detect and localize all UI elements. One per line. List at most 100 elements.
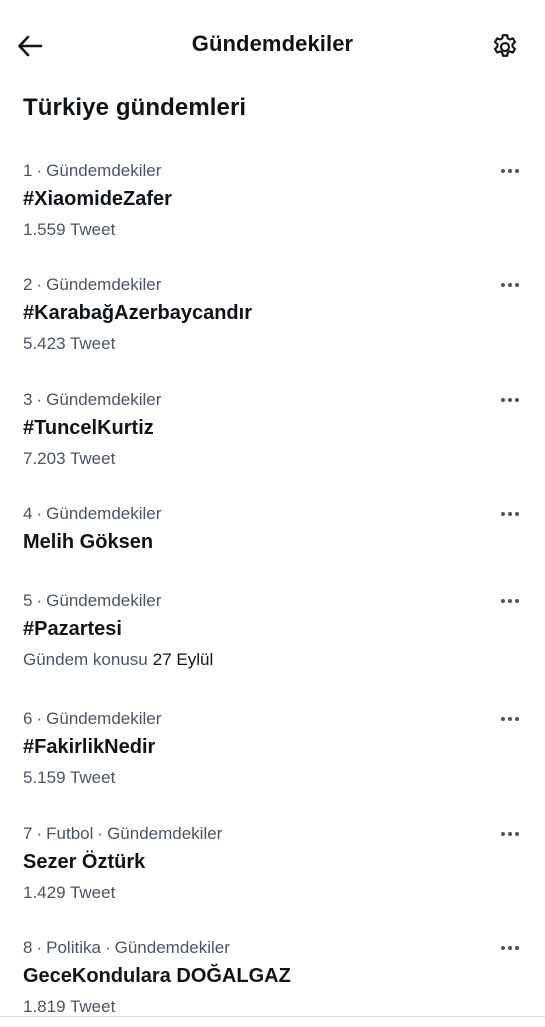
dot	[501, 599, 505, 603]
trend-item[interactable]: 5 · Gündemdekiler #Pazartesi Gündem konusu 27…	[0, 590, 545, 680]
dot	[515, 283, 519, 287]
dot	[501, 398, 505, 402]
trend-meta: 3 · Gündemdekiler	[23, 389, 161, 411]
dot	[515, 946, 519, 950]
more-options-button[interactable]	[494, 706, 526, 732]
trend-item[interactable]: 8 · Politika · Gündemdekiler GeceKondulara DO…	[0, 937, 545, 1027]
trend-meta: 7 · Futbol · Gündemdekiler	[23, 823, 222, 845]
more-options-button[interactable]	[494, 935, 526, 961]
dot	[515, 398, 519, 402]
trend-tweet-count: 5.423 Tweet	[23, 333, 115, 355]
dot	[501, 946, 505, 950]
dot	[515, 717, 519, 721]
trend-subtitle: 1.429 Tweet	[23, 883, 116, 902]
dot	[508, 717, 512, 721]
trend-meta: 6 · Gündemdekiler	[23, 708, 161, 730]
trend-subtitle: 1.559 Tweet	[23, 220, 116, 239]
trend-category: Futbol	[46, 824, 94, 843]
dot	[508, 283, 512, 287]
settings-button[interactable]	[486, 28, 524, 66]
dot	[515, 599, 519, 603]
trend-category: Gündemdekiler	[46, 591, 162, 610]
trend-category: Gündemdekiler	[46, 504, 162, 523]
more-options-button[interactable]	[494, 387, 526, 413]
trend-tweet-count: 1.819 Tweet	[23, 996, 115, 1018]
trend-item[interactable]: 1 · Gündemdekiler #XiaomideZafer 1.559 Tweet	[0, 160, 545, 250]
more-options-button[interactable]	[494, 501, 526, 527]
trend-subtitle: 7.203 Tweet	[23, 449, 116, 468]
trend-name: GeceKondulara DOĞALGAZ	[23, 965, 291, 987]
dot	[508, 946, 512, 950]
trend-item[interactable]: 6 · Gündemdekiler #FakirlikNedir 5.159 Tweet	[0, 708, 545, 798]
more-options-button[interactable]	[494, 821, 526, 847]
trend-tweet-count: 1.559 Tweet	[23, 219, 115, 241]
dot	[515, 512, 519, 516]
trend-meta: 4 · Gündemdekiler	[23, 503, 161, 525]
meta-separator: ·	[36, 591, 43, 610]
dot	[515, 169, 519, 173]
trend-category: Gündemdekiler	[46, 709, 162, 728]
trend-subtitle: 5.423 Tweet	[23, 334, 116, 353]
dot	[508, 599, 512, 603]
dot	[508, 169, 512, 173]
meta-separator: ·	[36, 275, 43, 294]
dot	[501, 832, 505, 836]
dot	[501, 169, 505, 173]
trend-tweet-count: Gündem konusu 27 Eylül	[23, 649, 213, 671]
dot	[508, 832, 512, 836]
trend-category: Gündemdekiler	[46, 275, 162, 294]
meta-separator: ·	[104, 938, 111, 957]
more-horizontal-icon	[501, 283, 519, 287]
trend-tweet-count: 5.159 Tweet	[23, 767, 115, 789]
trend-item[interactable]: 3 · Gündemdekiler #TuncelKurtiz 7.203 Tweet	[0, 389, 545, 479]
more-horizontal-icon	[501, 169, 519, 173]
trend-subtitle: Gündem konusu	[23, 650, 148, 669]
meta-separator: ·	[97, 824, 104, 843]
trend-name: #TuncelKurtiz	[23, 417, 154, 439]
more-horizontal-icon	[501, 717, 519, 721]
trend-item[interactable]: 4 · Gündemdekiler Melih Göksen	[0, 503, 545, 593]
trend-name: #XiaomideZafer	[23, 188, 172, 210]
dot	[501, 717, 505, 721]
dot	[501, 283, 505, 287]
trend-tweet-count: 1.429 Tweet	[23, 882, 115, 904]
more-options-button[interactable]	[494, 588, 526, 614]
trend-category: Gündemdekiler	[46, 161, 162, 180]
trend-tweet-count: 7.203 Tweet	[23, 448, 115, 470]
trend-meta: 2 · Gündemdekiler	[23, 274, 161, 296]
more-horizontal-icon	[501, 599, 519, 603]
meta-separator: ·	[36, 709, 43, 728]
trend-category: Gündemdekiler	[114, 938, 230, 957]
more-horizontal-icon	[501, 512, 519, 516]
trend-meta: 8 · Politika · Gündemdekiler	[23, 937, 230, 959]
more-horizontal-icon	[501, 398, 519, 402]
meta-separator: ·	[36, 824, 43, 843]
meta-separator: ·	[36, 504, 43, 523]
trend-meta: 5 · Gündemdekiler	[23, 590, 161, 612]
trend-item[interactable]: 2 · Gündemdekiler #KarabağAzerbaycandır 5.42…	[0, 274, 545, 364]
meta-separator: ·	[36, 161, 43, 180]
divider	[0, 1016, 545, 1017]
dot	[501, 512, 505, 516]
trend-category: Gündemdekiler	[107, 824, 223, 843]
gear-icon	[493, 34, 517, 57]
dot	[508, 512, 512, 516]
meta-separator: ·	[36, 390, 43, 409]
trend-subtitle: 1.819 Tweet	[23, 997, 116, 1016]
trend-subtitle: 5.159 Tweet	[23, 768, 116, 787]
top-bar: Gündemdekiler	[0, 0, 545, 92]
page-title: Gündemdekiler	[191, 31, 354, 56]
trend-date: 27 Eylül	[152, 650, 214, 669]
trend-name: #KarabağAzerbaycandır	[23, 302, 252, 324]
more-options-button[interactable]	[494, 158, 526, 184]
trend-name: Melih Göksen	[23, 531, 154, 553]
trend-category: Politika	[46, 938, 101, 957]
trend-item[interactable]: 7 · Futbol · Gündemdekiler Sezer Öztürk 1.429 …	[0, 823, 545, 913]
trend-category: Gündemdekiler	[46, 390, 162, 409]
dot	[508, 398, 512, 402]
trend-meta: 1 · Gündemdekiler	[23, 160, 161, 182]
dot	[515, 832, 519, 836]
trend-name: Sezer Öztürk	[23, 851, 146, 873]
more-options-button[interactable]	[494, 272, 526, 298]
section-title: Türkiye gündemleri	[23, 94, 247, 121]
